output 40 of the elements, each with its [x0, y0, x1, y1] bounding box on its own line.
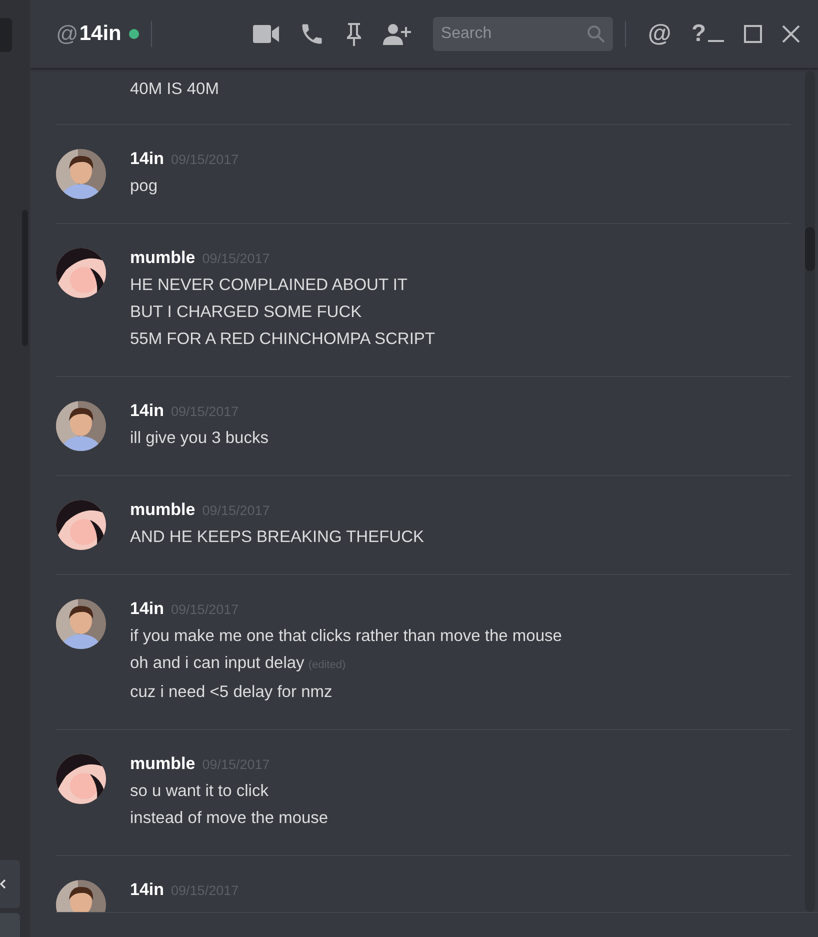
message-text: AND HE KEEPS BREAKING THEFUCK	[130, 528, 424, 546]
close-icon[interactable]	[782, 25, 800, 43]
message-text: if you make me one that clicks rather than move the mouse	[130, 627, 562, 645]
avatar-icon[interactable]	[56, 754, 106, 804]
author-name[interactable]: mumble	[130, 248, 196, 268]
author-name[interactable]: mumble	[130, 500, 196, 520]
message-text: so u want it to click	[130, 782, 268, 800]
message-text: 55M FOR A RED CHINCHOMPA SCRIPT	[130, 330, 435, 348]
message-text: pog	[130, 177, 158, 195]
author-name[interactable]: 14in	[130, 599, 164, 619]
author-name[interactable]: mumble	[130, 754, 196, 774]
avatar-icon[interactable]	[56, 599, 106, 649]
author-name[interactable]: 14in	[130, 880, 164, 900]
at-sign: @	[56, 21, 78, 47]
message-text: 40M IS 40M	[130, 79, 220, 100]
collapse-button[interactable]	[0, 860, 20, 908]
message-text: cuz i need <5 delay for nmz	[130, 683, 332, 701]
author-name[interactable]: 14in	[130, 149, 164, 169]
message-text: ill give you 3 bucks	[130, 429, 268, 447]
author-name[interactable]: 14in	[130, 401, 164, 421]
add-user-icon[interactable]	[382, 23, 411, 45]
scrollbar-track[interactable]	[805, 71, 815, 912]
search-icon	[586, 25, 605, 43]
chevron-icon	[0, 879, 6, 889]
pin-icon[interactable]	[344, 22, 363, 46]
video-camera-icon[interactable]	[252, 25, 279, 43]
avatar-icon[interactable]	[56, 149, 106, 199]
avatar-icon[interactable]	[56, 248, 106, 298]
message-text: BUT I CHARGED SOME FUCK	[130, 303, 362, 321]
avatar-icon[interactable]	[56, 500, 106, 550]
scrollbar-thumb[interactable]	[805, 227, 815, 271]
message-text: HE NEVER COMPLAINED ABOUT IT	[130, 276, 408, 294]
message-text: oh and i can input delay	[130, 654, 304, 672]
maximize-icon[interactable]	[744, 25, 762, 43]
mentions-button[interactable]: @	[648, 20, 672, 48]
help-button[interactable]: ?	[691, 20, 706, 48]
message-text: instead of move the mouse	[130, 809, 328, 827]
search-field[interactable]: Search	[432, 17, 613, 51]
avatar-icon[interactable]	[56, 401, 106, 451]
username: 14in	[79, 22, 122, 46]
